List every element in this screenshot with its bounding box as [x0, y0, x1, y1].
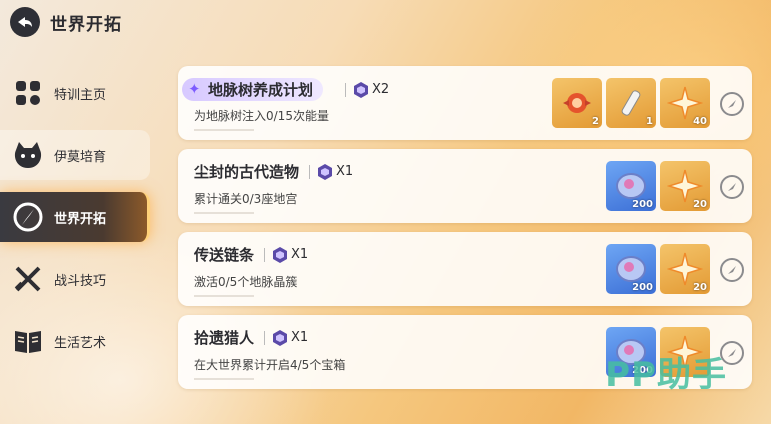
sparkle-icon: ✦	[188, 80, 201, 98]
sidebar-item-life-arts[interactable]: 生活艺术	[0, 316, 150, 366]
quest-title: 尘封的古代造物	[194, 163, 300, 181]
navigate-icon	[728, 349, 736, 357]
reward-qty: 200	[632, 199, 653, 210]
crossed-swords-icon	[12, 263, 44, 295]
navigate-icon	[728, 100, 736, 108]
rewards: 2 1 40	[552, 78, 710, 128]
back-arrow-icon	[18, 17, 32, 27]
reward-item[interactable]: 2	[552, 78, 602, 128]
navigate-icon	[728, 266, 736, 274]
sidebar-item-label: 战斗技巧	[54, 273, 107, 289]
multiplier: X1	[309, 163, 353, 181]
divider	[194, 295, 254, 297]
back-button[interactable]	[10, 7, 40, 37]
hex-badge-icon	[273, 329, 288, 346]
reward-qty: 20	[693, 282, 707, 293]
quest-description: 在大世界累计开启4/5个宝箱	[194, 358, 346, 372]
sidebar-item-training-home[interactable]: 特训主页	[0, 68, 150, 118]
reward-qty: 200	[632, 282, 653, 293]
sidebar-item-pet-training[interactable]: 伊莫培育	[0, 130, 150, 180]
multiplier-value: X1	[336, 164, 354, 179]
hex-badge-icon	[318, 163, 333, 180]
quest-description: 激活0/5个地脉晶簇	[194, 275, 298, 289]
reward-item[interactable]: 20	[660, 161, 710, 211]
rewards: 200 20	[606, 161, 710, 211]
quest-title: 地脉树养成计划	[208, 81, 314, 99]
scroll-icon	[621, 90, 641, 116]
reward-qty: 40	[693, 116, 707, 127]
sidebar-item-combat-skills[interactable]: 战斗技巧	[0, 254, 150, 304]
multiplier-value: X1	[291, 330, 309, 345]
header: 世界开拓	[10, 6, 122, 38]
go-button[interactable]	[720, 92, 744, 116]
sidebar-item-label: 生活艺术	[54, 335, 107, 351]
reward-item[interactable]: 40	[660, 78, 710, 128]
multiplier-value: X2	[372, 82, 390, 97]
sidebar-item-label: 特训主页	[54, 87, 107, 103]
hex-badge-icon	[354, 81, 369, 98]
reward-item[interactable]: 20	[660, 244, 710, 294]
divider	[194, 212, 254, 214]
go-button[interactable]	[720, 175, 744, 199]
multiplier: X2	[345, 81, 389, 99]
divider	[194, 378, 254, 380]
reward-qty: 1	[646, 116, 653, 127]
reward-item[interactable]: 1	[606, 78, 656, 128]
reward-qty: 20	[693, 199, 707, 210]
sidebar-item-label: 伊莫培育	[54, 149, 107, 165]
quest-card[interactable]: 传送链条 X1 激活0/5个地脉晶簇 200 20	[178, 232, 752, 306]
quest-card[interactable]: ✦ 地脉树养成计划 X2 为地脉树注入0/15次能量 2 1 40	[178, 66, 752, 140]
compass-icon	[12, 201, 44, 233]
sidebar-item-world-explore[interactable]: 世界开拓	[0, 192, 150, 242]
go-button[interactable]	[720, 258, 744, 282]
quest-title: 传送链条	[194, 246, 255, 264]
creature-icon	[12, 139, 44, 171]
sidebar: 特训主页 伊莫培育 世界开拓 战斗技巧 生活艺术	[0, 68, 160, 378]
reward-item[interactable]: 200	[606, 244, 656, 294]
quest-description: 为地脉树注入0/15次能量	[194, 109, 329, 123]
quest-description: 累计通关0/3座地宫	[194, 192, 298, 206]
reward-item[interactable]: 200	[606, 161, 656, 211]
orb-icon	[563, 93, 591, 113]
reward-qty: 2	[592, 116, 599, 127]
book-icon	[12, 325, 44, 357]
sidebar-item-label: 世界开拓	[54, 211, 107, 227]
quest-card[interactable]: 尘封的古代造物 X1 累计通关0/3座地宫 200 20	[178, 149, 752, 223]
rewards: 200 20	[606, 244, 710, 294]
multiplier: X1	[264, 246, 308, 264]
page-title: 世界开拓	[50, 14, 122, 35]
divider	[194, 129, 254, 131]
watermark: PP助手	[605, 355, 727, 395]
hex-badge-icon	[273, 246, 288, 263]
quest-title: 拾遗猎人	[194, 329, 255, 347]
multiplier: X1	[264, 329, 308, 347]
multiplier-value: X1	[291, 247, 309, 262]
grid-icon	[12, 77, 44, 109]
navigate-icon	[728, 183, 736, 191]
